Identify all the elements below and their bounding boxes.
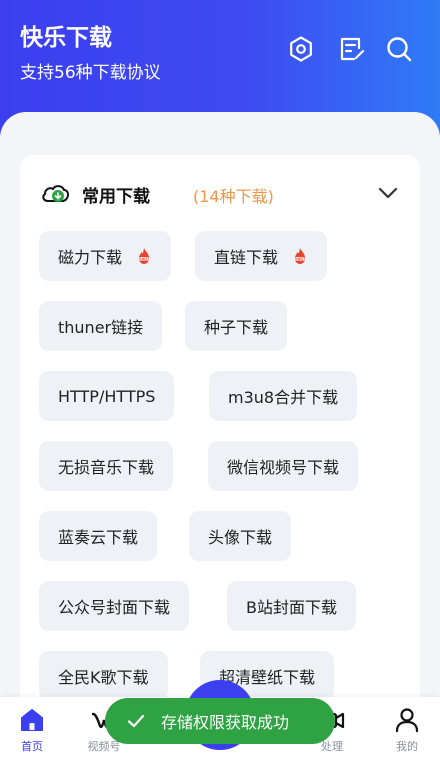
chip-magnet-download[interactable]: 磁力下载 HOT (39, 231, 172, 281)
chip-label: 公众号封面下载 (58, 598, 171, 617)
svg-text:HOT: HOT (140, 257, 148, 261)
chip-lanzou-download[interactable]: 蓝奏云下载 (39, 511, 158, 561)
chip-label: 磁力下载 (58, 248, 123, 267)
chip-label: 种子下载 (204, 318, 269, 337)
toast-text: 存储权限获取成功 (161, 713, 290, 732)
chip-http-https[interactable]: HTTP/HTTPS (39, 371, 175, 421)
toast-message: 存储权限获取成功 (105, 698, 335, 744)
hot-fire-icon: HOT (295, 248, 306, 264)
settings-icon[interactable] (286, 34, 316, 64)
search-icon[interactable] (384, 34, 414, 64)
chip-official-account-cover[interactable]: 公众号封面下载 (39, 581, 190, 631)
chip-label: 微信视频号下载 (227, 458, 340, 477)
chip-m3u8-merge[interactable]: m3u8合并下载 (209, 371, 358, 421)
cloud-download-icon (42, 185, 69, 202)
chevron-down-icon[interactable] (376, 181, 400, 205)
chip-label: 全民K歌下载 (58, 668, 149, 687)
home-icon (21, 709, 43, 731)
svg-text:HOT: HOT (296, 257, 304, 261)
hot-fire-icon: HOT (139, 248, 150, 264)
chip-torrent-download[interactable]: 种子下载 (185, 301, 288, 351)
card-count: (14种下载) (193, 187, 274, 206)
tab-home[interactable]: 首页 (2, 697, 62, 770)
tab-mine[interactable]: 我的 (377, 697, 437, 770)
chip-label: B站封面下载 (246, 598, 337, 617)
common-downloads-card: 常用下载 (14种下载) 磁力下载 HOT 直链下载 HOT thuner链接 … (20, 155, 420, 715)
chip-wechat-channels[interactable]: 微信视频号下载 (208, 441, 359, 491)
chip-label: HTTP/HTTPS (58, 386, 156, 406)
app-title: 快乐下载 (20, 25, 112, 51)
card-title: 常用下载 (82, 187, 150, 207)
chip-thunder-link[interactable]: thuner链接 (39, 301, 163, 351)
chip-bilibili-cover[interactable]: B站封面下载 (227, 581, 356, 631)
chip-label: 头像下载 (208, 528, 273, 547)
chip-label: 蓝奏云下载 (58, 528, 139, 547)
chip-label: 直链下载 (214, 248, 279, 267)
person-icon (395, 708, 419, 733)
tab-label: 首页 (21, 740, 43, 753)
chip-avatar-download[interactable]: 头像下载 (189, 511, 292, 561)
card-header[interactable]: 常用下载 (14种下载) (20, 155, 420, 231)
app-subtitle: 支持56种下载协议 (20, 63, 161, 83)
chip-label: 无损音乐下载 (58, 458, 155, 477)
check-icon (127, 714, 145, 728)
tab-label: 我的 (396, 740, 418, 753)
chip-kge-download[interactable]: 全民K歌下载 (39, 651, 168, 701)
chip-direct-link-download[interactable]: 直链下载 HOT (195, 231, 328, 281)
chip-label: m3u8合并下载 (228, 388, 339, 407)
chip-lossless-music[interactable]: 无损音乐下载 (39, 441, 174, 491)
chip-label: thuner链接 (58, 318, 144, 337)
edit-note-icon[interactable] (336, 34, 366, 64)
